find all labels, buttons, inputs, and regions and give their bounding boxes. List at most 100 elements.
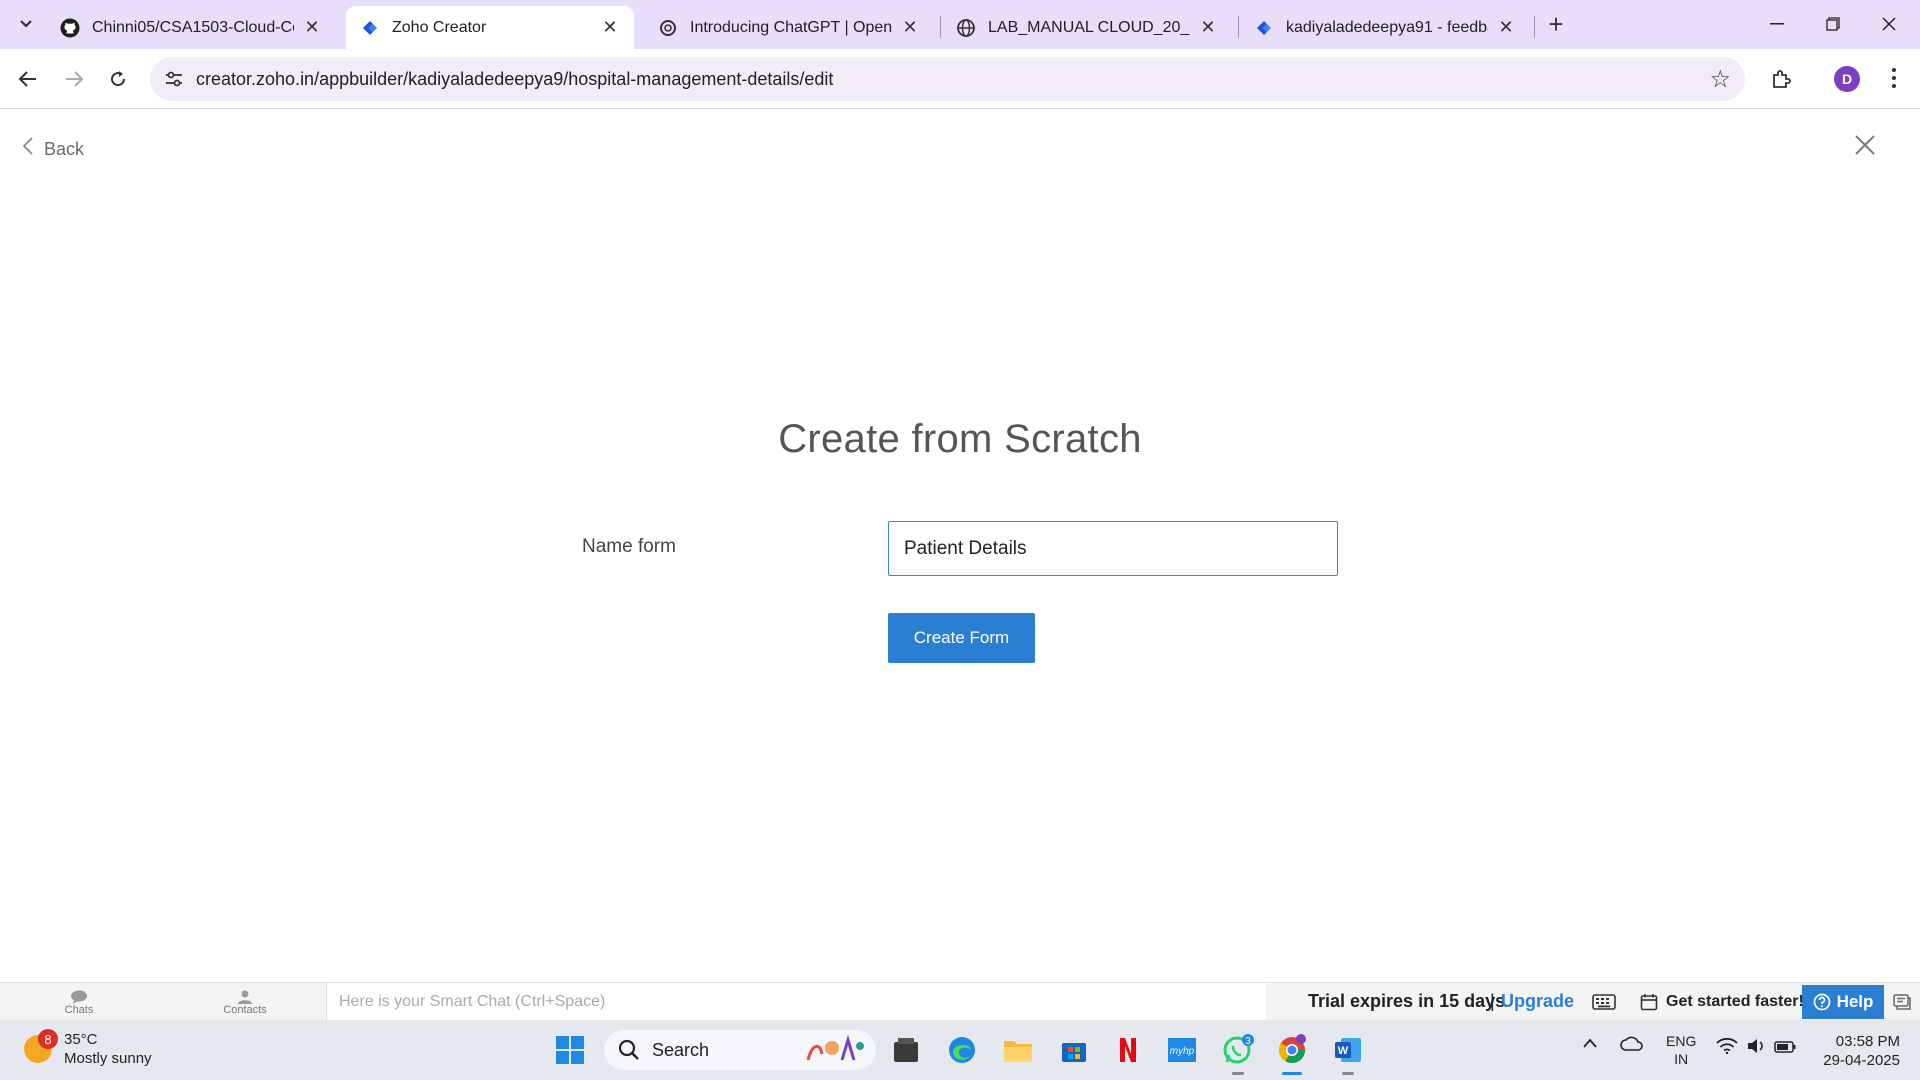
- browser-toolbar: creator.zoho.in/appbuilder/kadiyaladedee…: [0, 49, 1920, 109]
- feedback-icon[interactable]: [1892, 993, 1912, 1011]
- calendar-icon: [1640, 994, 1658, 1011]
- microsoft-store-icon[interactable]: [1056, 1032, 1092, 1068]
- back-arrow-icon[interactable]: [12, 63, 44, 95]
- whatsapp-badge: 3: [1245, 1036, 1251, 1047]
- running-indicator: [1232, 1072, 1244, 1075]
- chats-tab[interactable]: Chats: [24, 987, 134, 1019]
- file-app-icon[interactable]: [888, 1032, 924, 1068]
- tab-feedback[interactable]: kadiyaladedeepya91 - feedbac ✕: [1240, 6, 1530, 49]
- zoho-creator-icon: [360, 18, 380, 38]
- smart-chat-bar: Chats Contacts Here is your Smart Chat (…: [0, 982, 1920, 1021]
- tab-zoho-creator[interactable]: Zoho Creator ✕: [346, 6, 634, 49]
- close-tab-icon[interactable]: ✕: [900, 17, 920, 38]
- onedrive-cloud-icon[interactable]: [1620, 1036, 1644, 1055]
- netflix-icon[interactable]: [1110, 1032, 1146, 1068]
- close-tab-icon[interactable]: ✕: [600, 17, 620, 38]
- search-highlight-illustration-icon: [806, 1034, 864, 1061]
- close-tab-icon[interactable]: ✕: [1198, 17, 1218, 38]
- volume-icon[interactable]: [1746, 1038, 1766, 1057]
- get-started-button[interactable]: Get started faster!: [1640, 987, 1804, 1017]
- bookmark-star-icon[interactable]: ☆: [1709, 65, 1731, 94]
- weather-widget[interactable]: 8 35°C Mostly sunny: [24, 1029, 152, 1068]
- region-code: IN: [1674, 1051, 1689, 1067]
- tab-lab-manual[interactable]: LAB_MANUAL CLOUD_20_2021 ✕: [942, 6, 1232, 49]
- extensions-puzzle-icon[interactable]: [1766, 63, 1798, 95]
- chat-bubble-icon: [71, 990, 87, 1004]
- whatsapp-icon[interactable]: 3: [1220, 1032, 1256, 1068]
- trial-expiry-text: Trial expires in 15 days: [1308, 991, 1506, 1011]
- tab-separator: [940, 16, 941, 38]
- myhp-app-icon[interactable]: myhp: [1164, 1032, 1200, 1068]
- file-explorer-icon[interactable]: [1000, 1032, 1036, 1068]
- forward-arrow-icon[interactable]: [58, 63, 90, 95]
- new-tab-plus-icon[interactable]: +: [1542, 9, 1570, 39]
- tab-title: Introducing ChatGPT | OpenAI: [690, 18, 892, 36]
- edge-browser-icon[interactable]: [944, 1032, 980, 1068]
- tab-title: LAB_MANUAL CLOUD_20_2021: [988, 18, 1190, 36]
- tab-search-dropdown-icon[interactable]: [12, 10, 40, 38]
- chrome-icon[interactable]: [1274, 1032, 1310, 1068]
- browser-menu-icon[interactable]: [1884, 62, 1904, 94]
- tab-chatgpt[interactable]: Introducing ChatGPT | OpenAI ✕: [644, 6, 934, 49]
- back-link[interactable]: Back: [22, 136, 84, 162]
- reload-icon[interactable]: [102, 63, 134, 95]
- get-started-label: Get started faster!: [1666, 993, 1804, 1010]
- close-tab-icon[interactable]: ✕: [1496, 17, 1516, 38]
- contacts-tab[interactable]: Contacts: [190, 987, 300, 1019]
- page-title: Create from Scratch: [778, 417, 1142, 461]
- profile-avatar[interactable]: D: [1834, 66, 1860, 92]
- smart-chat-input[interactable]: Here is your Smart Chat (Ctrl+Space): [326, 983, 1266, 1021]
- tab-separator: [1534, 16, 1535, 38]
- help-label: Help: [1836, 992, 1874, 1011]
- language-indicator[interactable]: ENG IN: [1666, 1032, 1696, 1068]
- system-clock[interactable]: 03:58 PM 29-04-2025: [1800, 1032, 1900, 1070]
- separator: |: [1490, 991, 1495, 1011]
- close-icon[interactable]: [1852, 132, 1878, 158]
- weather-temperature: 35°C: [64, 1031, 98, 1048]
- page-content: Back Create from Scratch Name form Creat…: [0, 110, 1920, 982]
- address-bar[interactable]: creator.zoho.in/appbuilder/kadiyaladedee…: [150, 57, 1745, 101]
- search-label: Search: [652, 1039, 710, 1060]
- tab-title: Chinni05/CSA1503-Cloud-Comp: [92, 18, 294, 36]
- windows-taskbar: 8 35°C Mostly sunny Search myhp 3 W ENG …: [0, 1020, 1920, 1080]
- language-code: ENG: [1666, 1033, 1697, 1049]
- wifi-icon[interactable]: [1716, 1037, 1738, 1057]
- keyboard-icon[interactable]: [1592, 993, 1616, 1011]
- back-label: Back: [44, 138, 85, 159]
- tab-title: Zoho Creator: [392, 18, 487, 36]
- tab-separator: [1238, 16, 1239, 38]
- close-tab-icon[interactable]: ✕: [302, 17, 322, 38]
- url-text: creator.zoho.in/appbuilder/kadiyaladedee…: [196, 69, 834, 89]
- notification-badge: 8: [38, 1029, 58, 1049]
- word-icon[interactable]: W: [1330, 1032, 1366, 1068]
- name-form-label: Name form: [582, 536, 676, 557]
- chats-label: Chats: [64, 1004, 94, 1016]
- chevron-left-icon: [22, 136, 34, 162]
- svg-text:W: W: [1338, 1045, 1349, 1057]
- contacts-label: Contacts: [223, 1004, 267, 1016]
- windows-start-icon[interactable]: [552, 1032, 588, 1068]
- restore-window-icon[interactable]: [1810, 6, 1856, 42]
- upgrade-link[interactable]: Upgrade: [1501, 991, 1574, 1012]
- help-button[interactable]: Help: [1802, 985, 1884, 1019]
- form-name-input[interactable]: [888, 521, 1338, 576]
- tab-github[interactable]: Chinni05/CSA1503-Cloud-Comp ✕: [46, 6, 336, 49]
- github-icon: [60, 18, 80, 38]
- minimize-window-icon[interactable]: [1754, 6, 1800, 42]
- clock-date: 29-04-2025: [1823, 1052, 1900, 1069]
- battery-icon[interactable]: [1774, 1040, 1796, 1056]
- active-indicator: [1282, 1072, 1302, 1075]
- chevron-up-icon[interactable]: [1582, 1036, 1598, 1052]
- tab-title: kadiyaladedeepya91 - feedbac: [1286, 18, 1488, 36]
- sun-icon: 8: [24, 1029, 58, 1063]
- openai-icon: [658, 18, 678, 38]
- contacts-icon: [238, 990, 252, 1004]
- close-window-icon[interactable]: [1866, 6, 1912, 42]
- site-settings-icon[interactable]: [164, 69, 184, 89]
- create-form-button[interactable]: Create Form: [888, 613, 1035, 663]
- clock-time: 03:58 PM: [1835, 1033, 1900, 1050]
- globe-icon: [956, 18, 976, 38]
- browser-tab-strip: Chinni05/CSA1503-Cloud-Comp ✕ Zoho Creat…: [0, 0, 1920, 49]
- taskbar-search[interactable]: Search: [604, 1030, 876, 1070]
- help-question-icon: [1813, 993, 1830, 1011]
